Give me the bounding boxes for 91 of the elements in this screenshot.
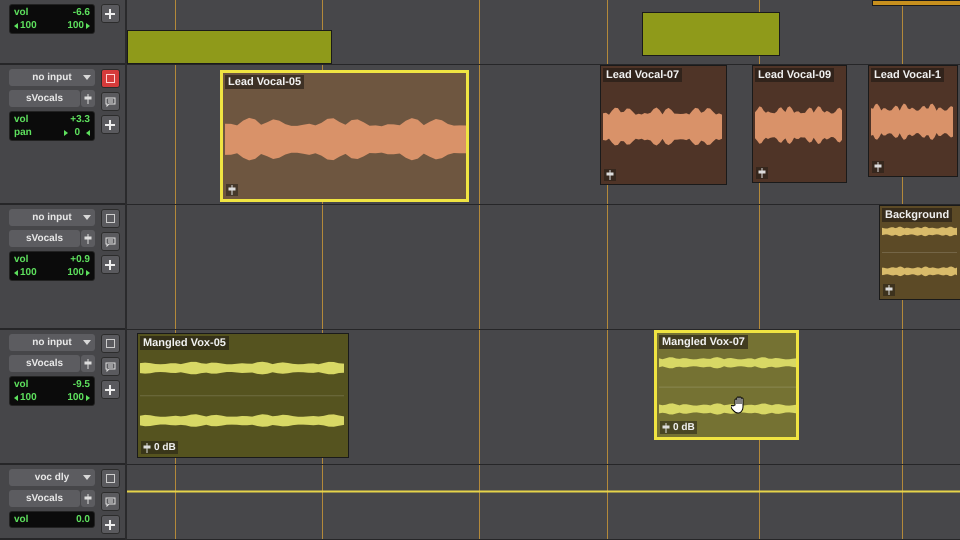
fader-icon (84, 494, 92, 504)
input-selector[interactable]: voc dly (9, 469, 95, 486)
comments-button[interactable] (100, 492, 120, 511)
clip-name: Mangled Vox-07 (659, 335, 748, 349)
pan-value[interactable]: 100 (67, 20, 84, 31)
pan-value[interactable]: 100 (20, 20, 37, 31)
output-selector[interactable]: sVocals (9, 90, 80, 107)
pan-arrow-icon (14, 394, 18, 400)
record-button[interactable] (100, 334, 120, 353)
volume-value[interactable]: 0.0 (76, 514, 90, 525)
comments-button[interactable] (100, 92, 120, 111)
add-button[interactable] (100, 4, 120, 23)
volume-label: vol (14, 514, 28, 525)
output-selector[interactable]: sVocals (9, 490, 80, 507)
output-selector[interactable]: sVocals (9, 355, 80, 372)
audio-clip[interactable] (642, 12, 780, 56)
clip-gain: 0 dB (154, 442, 176, 453)
pan-value[interactable]: 100 (20, 392, 37, 403)
pan-arrow-icon (64, 130, 68, 136)
plus-icon (105, 260, 115, 270)
record-button[interactable] (100, 69, 120, 88)
plus-icon (105, 384, 115, 394)
plus-icon (105, 520, 115, 530)
record-button[interactable] (100, 469, 120, 488)
fader-icon (885, 285, 893, 295)
add-button[interactable] (100, 515, 120, 534)
clip-name: Background (882, 208, 952, 222)
audio-clip[interactable]: Lead Vocal-1 (868, 65, 958, 177)
volume-value[interactable]: -9.5 (72, 379, 90, 390)
audio-clip[interactable]: Lead Vocal-07 (600, 65, 727, 185)
fader-icon (143, 442, 151, 452)
volume-label: vol (14, 7, 28, 18)
fader-icon (606, 170, 614, 180)
pan-arrow-icon (86, 394, 90, 400)
fader-button[interactable] (81, 355, 95, 372)
audio-clip[interactable]: Background (879, 205, 960, 300)
fader-icon (228, 185, 236, 195)
fader-icon (84, 234, 92, 244)
volume-value[interactable]: -6.6 (72, 7, 90, 18)
audio-clip[interactable]: Lead Vocal-09 (752, 65, 847, 183)
plus-icon (105, 8, 115, 18)
fader-button[interactable] (81, 490, 95, 507)
automation-line[interactable] (127, 490, 960, 493)
add-button[interactable] (100, 255, 120, 274)
clip-gain: 0 dB (673, 422, 695, 433)
volume-label: vol (14, 379, 28, 390)
fader-icon (84, 358, 92, 368)
pan-arrow-icon (14, 22, 18, 28)
add-button[interactable] (100, 380, 120, 399)
pan-label: pan (14, 127, 32, 138)
fader-icon (874, 162, 882, 172)
input-selector[interactable]: no input (9, 334, 95, 351)
volume-value[interactable]: +3.3 (70, 114, 90, 125)
audio-clip[interactable]: Lead Vocal-05 (220, 70, 469, 202)
pan-arrow-icon (86, 270, 90, 276)
pan-arrow-icon (86, 130, 90, 136)
fader-button[interactable] (81, 90, 95, 107)
audio-clip[interactable] (872, 0, 960, 6)
input-selector[interactable]: no input (9, 69, 95, 86)
comment-icon (104, 496, 116, 506)
audio-clip[interactable]: Mangled Vox-07 0 dB (654, 330, 799, 440)
fader-button[interactable] (81, 230, 95, 247)
plus-icon (105, 120, 115, 130)
audio-clip[interactable] (127, 30, 332, 64)
pan-arrow-icon (86, 22, 90, 28)
volume-value[interactable]: +0.9 (70, 254, 90, 265)
output-selector[interactable]: sVocals (9, 230, 80, 247)
comment-icon (104, 96, 116, 106)
pan-value[interactable]: 100 (67, 267, 84, 278)
fader-icon (758, 168, 766, 178)
clip-name: Mangled Vox-05 (140, 336, 229, 350)
record-button[interactable] (100, 209, 120, 228)
clip-name: Lead Vocal-09 (755, 68, 834, 82)
comment-icon (104, 362, 116, 372)
volume-label: vol (14, 254, 28, 265)
pan-value[interactable]: 0 (74, 127, 80, 138)
comment-icon (104, 236, 116, 246)
pan-value[interactable]: 100 (67, 392, 84, 403)
fader-icon (84, 94, 92, 104)
audio-clip[interactable]: Mangled Vox-05 0 dB (137, 333, 349, 458)
volume-label: vol (14, 114, 28, 125)
input-selector[interactable]: no input (9, 209, 95, 226)
comments-button[interactable] (100, 357, 120, 376)
fader-icon (662, 422, 670, 432)
pan-arrow-icon (14, 270, 18, 276)
clip-name: Lead Vocal-05 (225, 75, 304, 89)
clip-name: Lead Vocal-1 (871, 68, 944, 82)
add-button[interactable] (100, 115, 120, 134)
pan-value[interactable]: 100 (20, 267, 37, 278)
comments-button[interactable] (100, 232, 120, 251)
clip-name: Lead Vocal-07 (603, 68, 682, 82)
